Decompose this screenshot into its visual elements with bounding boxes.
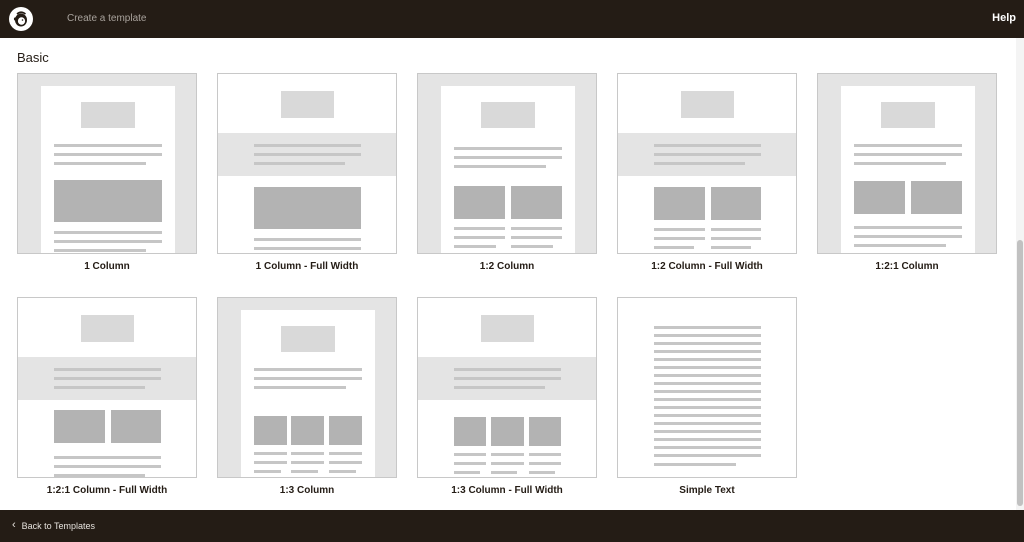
template-label: 1:2:1 Column	[875, 261, 939, 272]
template-card-1-3-column[interactable]	[217, 297, 397, 478]
mailchimp-logo-icon[interactable]	[9, 7, 33, 31]
template-label: 1 Column - Full Width	[255, 261, 359, 272]
template-card-1-2-1-column[interactable]	[817, 73, 997, 254]
thumbnail-paper	[841, 86, 975, 253]
template-card-1-2-1-column-full-width[interactable]	[17, 297, 197, 478]
template-label: 1 Column	[84, 261, 130, 272]
scrollbar-thumb[interactable]	[1017, 240, 1023, 506]
template-label: 1:2:1 Column - Full Width	[46, 485, 168, 496]
section-title: Basic	[17, 50, 49, 65]
template-label: 1:3 Column - Full Width	[451, 485, 563, 496]
page-title: Create a template	[67, 13, 147, 24]
template-card-1-column[interactable]	[17, 73, 197, 254]
thumbnail-paper	[441, 86, 575, 253]
template-card-simple-text[interactable]	[617, 297, 797, 478]
template-card-1-2-column-full-width[interactable]	[617, 73, 797, 254]
template-label: 1:2 Column	[479, 261, 535, 272]
template-label: Simple Text	[679, 485, 735, 496]
template-gallery: Basic 1 Column 1 Column - Full Width 1:2…	[0, 38, 1024, 510]
template-card-1-2-column[interactable]	[417, 73, 597, 254]
chevron-left-icon: ‹	[12, 519, 16, 531]
template-card-1-3-column-full-width[interactable]	[417, 297, 597, 478]
thumbnail-paper	[241, 310, 375, 477]
back-to-templates-link[interactable]: ‹ Back to Templates	[12, 520, 95, 531]
back-label: Back to Templates	[21, 520, 96, 531]
template-card-1-column-full-width[interactable]	[217, 73, 397, 254]
top-bar: Create a template Help	[0, 0, 1024, 38]
template-label: 1:2 Column - Full Width	[651, 261, 763, 272]
template-label: 1:3 Column	[279, 485, 335, 496]
thumbnail-paper	[41, 86, 175, 253]
bottom-bar: ‹ Back to Templates	[0, 510, 1024, 542]
help-link[interactable]: Help	[992, 12, 1016, 24]
